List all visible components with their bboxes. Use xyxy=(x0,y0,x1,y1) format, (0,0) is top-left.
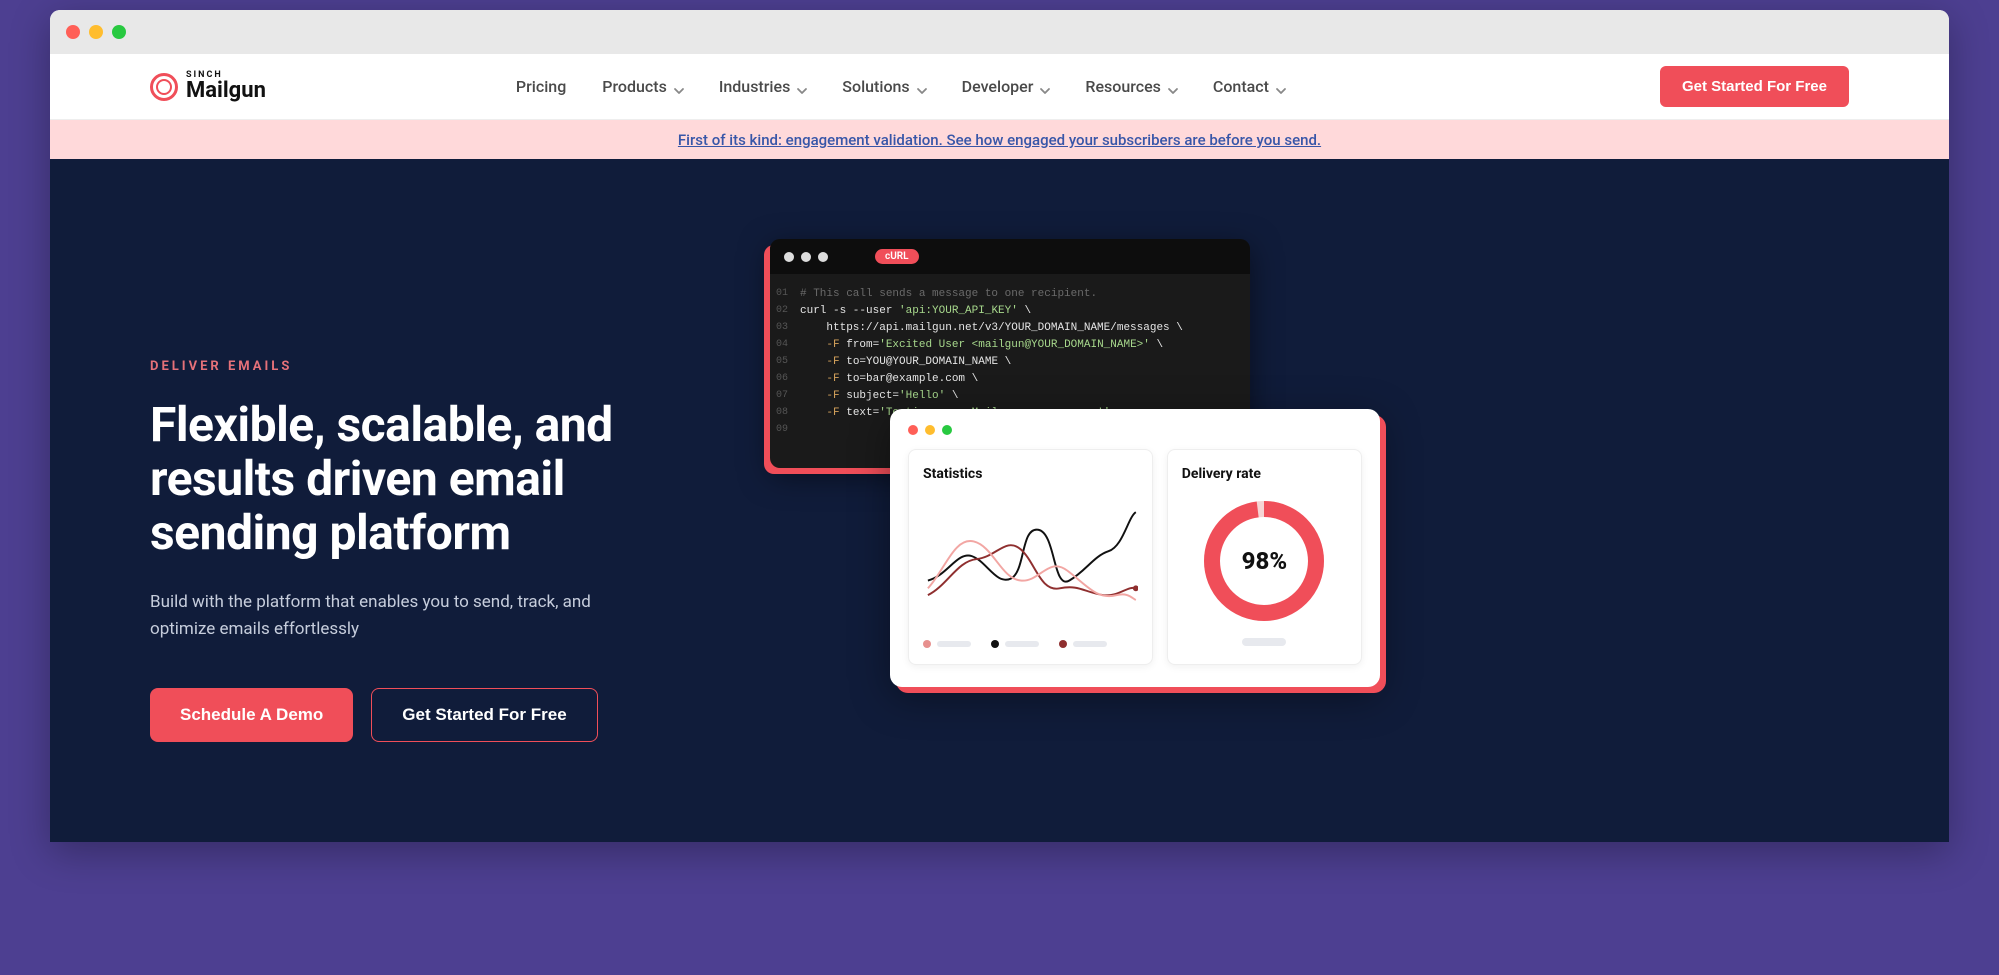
window-dot-icon xyxy=(942,425,952,435)
nav-item-label: Contact xyxy=(1213,77,1269,96)
nav-item-resources[interactable]: Resources xyxy=(1085,77,1177,96)
get-started-button[interactable]: Get Started For Free xyxy=(371,688,597,742)
chevron-down-icon xyxy=(1039,82,1049,92)
legend-bar xyxy=(1005,641,1039,647)
line-number: 07 xyxy=(770,388,800,405)
code-line: 07 -F subject='Hello' \ xyxy=(770,388,1250,405)
legend-bar xyxy=(937,641,971,647)
line-number: 02 xyxy=(770,303,800,320)
nav-item-label: Solutions xyxy=(842,77,909,96)
nav-item-contact[interactable]: Contact xyxy=(1213,77,1285,96)
nav-item-label: Products xyxy=(602,77,667,96)
chevron-down-icon xyxy=(1167,82,1177,92)
nav-item-label: Developer xyxy=(962,77,1034,96)
code-line: 06 -F to=bar@example.com \ xyxy=(770,371,1250,388)
delivery-bar xyxy=(1242,638,1286,646)
code-content: # This call sends a message to one recip… xyxy=(800,286,1097,303)
chevron-down-icon xyxy=(1275,82,1285,92)
window-dot-icon xyxy=(784,252,794,262)
legend-dot-icon xyxy=(1059,640,1067,648)
nav-item-label: Industries xyxy=(719,77,790,96)
chevron-down-icon xyxy=(796,82,806,92)
code-line: 05 -F to=YOU@YOUR_DOMAIN_NAME \ xyxy=(770,354,1250,371)
code-content: curl -s --user 'api:YOUR_API_KEY' \ xyxy=(800,303,1031,320)
nav-item-products[interactable]: Products xyxy=(602,77,683,96)
line-number: 05 xyxy=(770,354,800,371)
code-line: 03 https://api.mailgun.net/v3/YOUR_DOMAI… xyxy=(770,320,1250,337)
stats-window: Statistics Delivery rate xyxy=(890,409,1380,687)
nav-item-solutions[interactable]: Solutions xyxy=(842,77,925,96)
legend-item xyxy=(1059,640,1107,648)
nav-item-pricing[interactable]: Pricing xyxy=(516,77,566,96)
window-dot-icon xyxy=(818,252,828,262)
window-titlebar xyxy=(50,10,1949,54)
nav-menu: Pricing Products Industries Solutions Develo… xyxy=(516,77,1285,96)
code-line: 02curl -s --user 'api:YOUR_API_KEY' \ xyxy=(770,303,1250,320)
curl-badge: cURL xyxy=(875,249,919,264)
code-content: https://api.mailgun.net/v3/YOUR_DOMAIN_N… xyxy=(800,320,1183,337)
legend-item xyxy=(991,640,1039,648)
nav-item-label: Pricing xyxy=(516,77,566,96)
announcement-link[interactable]: First of its kind: engagement validation… xyxy=(678,131,1321,149)
delivery-percentage: 98% xyxy=(1242,547,1287,575)
delivery-rate-card: Delivery rate 98% xyxy=(1167,449,1362,665)
code-window-header: cURL xyxy=(770,239,1250,274)
delivery-donut-chart: 98% xyxy=(1199,496,1329,626)
hero-section: DELIVER EMAILS Flexible, scalable, and r… xyxy=(50,159,1949,842)
maximize-icon[interactable] xyxy=(112,25,126,39)
line-number: 08 xyxy=(770,405,800,422)
statistics-chart xyxy=(923,496,1138,626)
statistics-title: Statistics xyxy=(923,466,1138,482)
legend-item xyxy=(923,640,971,648)
mailgun-logo-icon xyxy=(150,73,178,101)
hero-eyebrow: DELIVER EMAILS xyxy=(150,359,730,374)
window-dot-icon xyxy=(801,252,811,262)
statistics-card: Statistics xyxy=(908,449,1153,665)
window-dot-icon xyxy=(908,425,918,435)
hero-illustration: cURL 01# This call sends a message to on… xyxy=(770,239,1849,742)
nav-cta-button[interactable]: Get Started For Free xyxy=(1660,66,1849,107)
close-icon[interactable] xyxy=(66,25,80,39)
announcement-bar: First of its kind: engagement validation… xyxy=(50,120,1949,159)
nav-item-industries[interactable]: Industries xyxy=(719,77,806,96)
minimize-icon[interactable] xyxy=(89,25,103,39)
schedule-demo-button[interactable]: Schedule A Demo xyxy=(150,688,353,742)
browser-window: SINCH Mailgun Pricing Products Industries S… xyxy=(50,10,1949,842)
hero-ctas: Schedule A Demo Get Started For Free xyxy=(150,688,730,742)
code-line: 01# This call sends a message to one rec… xyxy=(770,286,1250,303)
line-number: 01 xyxy=(770,286,800,303)
legend-dot-icon xyxy=(991,640,999,648)
line-number: 03 xyxy=(770,320,800,337)
hero-content: DELIVER EMAILS Flexible, scalable, and r… xyxy=(150,239,730,742)
code-content: -F subject='Hello' \ xyxy=(800,388,958,405)
code-content: -F to=YOU@YOUR_DOMAIN_NAME \ xyxy=(800,354,1011,371)
line-number: 09 xyxy=(770,422,800,438)
top-nav: SINCH Mailgun Pricing Products Industries S… xyxy=(50,54,1949,120)
chevron-down-icon xyxy=(916,82,926,92)
stats-window-dots xyxy=(908,425,1362,435)
hero-subtitle: Build with the platform that enables you… xyxy=(150,589,650,643)
nav-item-label: Resources xyxy=(1085,77,1161,96)
legend-bar xyxy=(1073,641,1107,647)
window-dot-icon xyxy=(925,425,935,435)
hero-title: Flexible, scalable, and results driven e… xyxy=(150,398,730,559)
chart-legend xyxy=(923,640,1138,648)
delivery-rate-title: Delivery rate xyxy=(1182,466,1347,482)
line-number: 04 xyxy=(770,337,800,354)
code-line: 04 -F from='Excited User <mailgun@YOUR_D… xyxy=(770,337,1250,354)
logo-main-text: Mailgun xyxy=(186,80,266,102)
code-content: -F to=bar@example.com \ xyxy=(800,371,978,388)
code-content: -F from='Excited User <mailgun@YOUR_DOMA… xyxy=(800,337,1163,354)
logo[interactable]: SINCH Mailgun xyxy=(150,71,266,102)
legend-dot-icon xyxy=(923,640,931,648)
chevron-down-icon xyxy=(673,82,683,92)
nav-item-developer[interactable]: Developer xyxy=(962,77,1050,96)
line-number: 06 xyxy=(770,371,800,388)
